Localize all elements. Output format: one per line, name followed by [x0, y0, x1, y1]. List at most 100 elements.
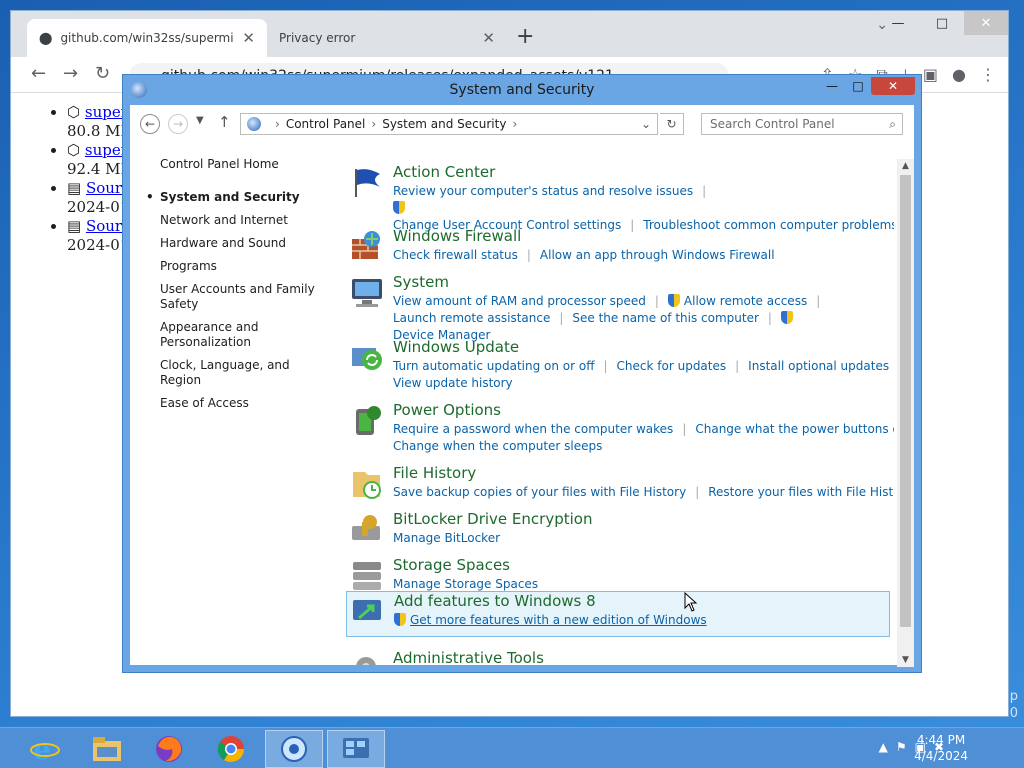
category-add-features[interactable]: Add features to Windows 8 Get more featu…: [346, 591, 890, 637]
file-history-icon: [350, 466, 384, 500]
scroll-down-icon[interactable]: ▼: [897, 655, 914, 665]
window-body: ← → ▼ ↑ › Control Panel › System and Securi…: [130, 105, 914, 667]
show-hidden-icons[interactable]: ▲: [879, 740, 888, 754]
close-tab-icon[interactable]: ✕: [482, 29, 495, 47]
category-action-center: Action Center Review your computer's sta…: [346, 163, 894, 232]
close-tab-icon[interactable]: ✕: [242, 29, 255, 47]
category-link[interactable]: See the name of this computer: [572, 311, 759, 325]
refresh-icon[interactable]: ↻: [660, 113, 684, 135]
breadcrumb-item[interactable]: Control Panel: [286, 117, 366, 131]
forward-icon[interactable]: →: [63, 63, 78, 84]
category-title[interactable]: Power Options: [393, 401, 501, 419]
category-link[interactable]: Get more features with a new edition of …: [410, 613, 707, 627]
nav-hardware-and-sound[interactable]: Hardware and Sound: [160, 236, 330, 251]
category-title[interactable]: Windows Update: [393, 338, 519, 356]
category-link[interactable]: Allow an app through Windows Firewall: [540, 248, 775, 262]
chrome-icon[interactable]: [202, 730, 260, 768]
file-explorer-icon[interactable]: [78, 730, 136, 768]
category-title[interactable]: Windows Firewall: [393, 227, 521, 245]
control-panel-icon: [247, 117, 261, 131]
network-icon[interactable]: [327, 730, 385, 768]
maximize-button[interactable]: □: [845, 77, 871, 95]
category-title[interactable]: Add features to Windows 8: [394, 592, 596, 610]
uac-shield-icon: [393, 201, 405, 214]
admin-tools-icon: [350, 651, 384, 665]
category-link[interactable]: Manage BitLocker: [393, 531, 500, 545]
internet-explorer-icon[interactable]: e: [16, 730, 74, 768]
minimize-button[interactable]: —: [876, 11, 920, 35]
nav-appearance[interactable]: Appearance and Personalization: [160, 320, 330, 350]
nav-clock-language-region[interactable]: Clock, Language, and Region: [160, 358, 330, 388]
category-link[interactable]: Manage Storage Spaces: [393, 577, 538, 591]
category-link[interactable]: Allow remote access: [684, 294, 807, 308]
forward-icon[interactable]: →: [168, 114, 188, 134]
category-link[interactable]: Review your computer's status and resolv…: [393, 184, 693, 198]
nav-user-accounts[interactable]: User Accounts and Family Safety: [160, 282, 330, 312]
sidepanel-icon[interactable]: ▣: [923, 65, 938, 85]
category-bitlocker: BitLocker Drive Encryption Manage BitLoc…: [346, 510, 890, 554]
category-windows-firewall: Windows Firewall Check firewall status | A…: [346, 227, 890, 271]
back-icon[interactable]: ←: [31, 63, 46, 84]
chevron-down-icon[interactable]: ⌄: [641, 114, 651, 134]
window-title: System and Security: [449, 82, 595, 98]
tab-strip: ⬤ github.com/win32ss/supermium ✕ Privacy…: [11, 11, 1008, 57]
update-icon: [350, 340, 384, 374]
category-link[interactable]: Save backup copies of your files with Fi…: [393, 485, 686, 499]
mouse-cursor-icon: [684, 592, 698, 612]
category-link[interactable]: Restore your files with File History: [708, 485, 894, 499]
nav-programs[interactable]: Programs: [160, 259, 330, 274]
scroll-up-icon[interactable]: ▲: [897, 161, 914, 171]
category-link[interactable]: Require a password when the computer wak…: [393, 422, 673, 436]
category-title[interactable]: BitLocker Drive Encryption: [393, 510, 592, 528]
category-link[interactable]: Turn automatic updating on or off: [393, 359, 595, 373]
nav-control-panel-home[interactable]: Control Panel Home: [160, 157, 330, 172]
close-button[interactable]: ✕: [871, 77, 915, 95]
category-link[interactable]: Install optional updates: [748, 359, 889, 373]
vertical-scrollbar[interactable]: ▲ ▼: [897, 159, 914, 667]
category-title[interactable]: Storage Spaces: [393, 556, 510, 574]
tab-privacy-error[interactable]: Privacy error ✕: [267, 19, 507, 57]
firefox-icon[interactable]: [140, 730, 198, 768]
breadcrumb[interactable]: › Control Panel › System and Security › ⌄: [240, 113, 658, 135]
nav-network-and-internet[interactable]: Network and Internet: [160, 213, 330, 228]
uac-shield-icon: [394, 613, 406, 626]
storage-icon: [350, 558, 384, 592]
category-link[interactable]: Launch remote assistance: [393, 311, 550, 325]
nav-ease-of-access[interactable]: Ease of Access: [160, 396, 330, 411]
category-list: Action Center Review your computer's sta…: [346, 161, 894, 665]
svg-text:e: e: [33, 734, 51, 764]
category-link[interactable]: Check for updates: [617, 359, 727, 373]
profile-icon[interactable]: ●: [952, 65, 966, 85]
action-center-flag-icon[interactable]: ⚑: [896, 740, 907, 754]
category-link[interactable]: View update history: [393, 376, 513, 390]
bitlocker-icon: [350, 512, 384, 546]
uac-shield-icon: [667, 294, 680, 307]
search-input[interactable]: Search Control Panel ⌕: [701, 113, 903, 135]
category-link[interactable]: Change when the computer sleeps: [393, 439, 602, 453]
minimize-button[interactable]: —: [819, 77, 845, 95]
search-icon[interactable]: ⌕: [889, 114, 896, 134]
up-icon[interactable]: ↑: [218, 113, 231, 131]
new-tab-button[interactable]: +: [516, 24, 534, 49]
clock[interactable]: 4:44 PM 4/4/2024: [914, 732, 968, 764]
tab-github[interactable]: ⬤ github.com/win32ss/supermium ✕: [27, 19, 267, 57]
close-button[interactable]: ✕: [964, 11, 1008, 35]
category-link[interactable]: Check firewall status: [393, 248, 518, 262]
back-icon[interactable]: ←: [140, 114, 160, 134]
computer-icon: [350, 275, 384, 309]
menu-icon[interactable]: ⋮: [980, 65, 996, 85]
category-link[interactable]: View amount of RAM and processor speed: [393, 294, 646, 308]
breadcrumb-item[interactable]: System and Security: [382, 117, 506, 131]
recent-locations-icon[interactable]: ▼: [196, 115, 204, 126]
reload-icon[interactable]: ↻: [95, 63, 110, 84]
category-title[interactable]: System: [393, 273, 449, 291]
category-link[interactable]: Change what the power buttons do: [695, 422, 894, 436]
category-title[interactable]: File History: [393, 464, 476, 482]
nav-system-and-security[interactable]: System and Security: [146, 190, 330, 205]
category-title[interactable]: Action Center: [393, 163, 495, 181]
control-panel-icon[interactable]: [265, 730, 323, 768]
scrollbar-thumb[interactable]: [900, 175, 911, 627]
category-title[interactable]: Administrative Tools: [393, 649, 544, 665]
maximize-button[interactable]: □: [920, 11, 964, 35]
zip-icon: ▤: [67, 179, 86, 197]
